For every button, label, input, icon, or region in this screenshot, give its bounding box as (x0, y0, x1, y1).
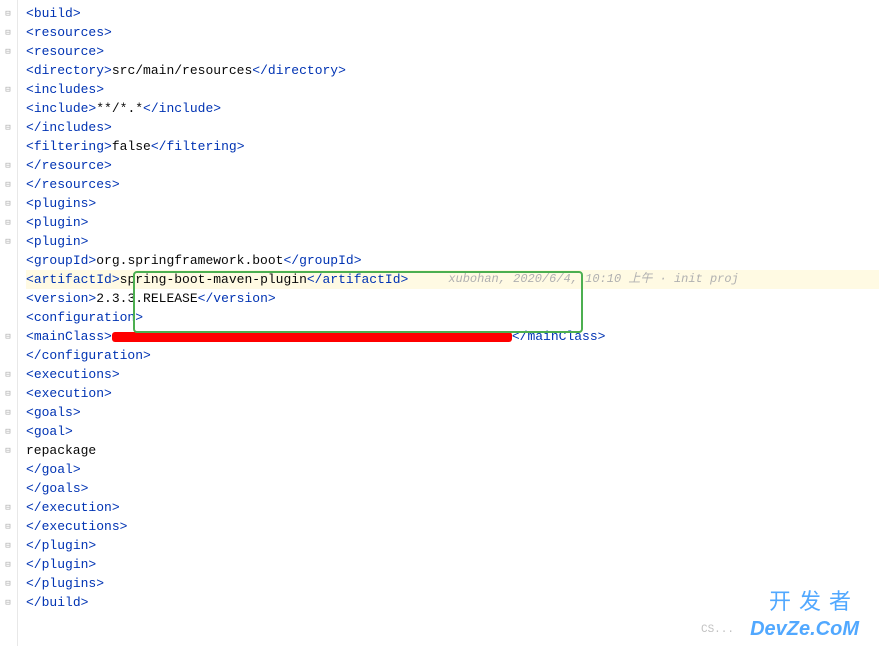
code-line: <execution> (26, 384, 879, 403)
code-line: <configuration> (26, 308, 879, 327)
code-line: </plugins> (26, 574, 879, 593)
code-line: </configuration> (26, 346, 879, 365)
fold-icon[interactable]: ⊟ (0, 384, 16, 403)
code-line: </build> (26, 593, 879, 612)
fold-icon[interactable] (0, 251, 16, 270)
fold-icon[interactable] (0, 308, 16, 327)
fold-icon[interactable] (0, 346, 16, 365)
fold-icon[interactable]: ⊟ (0, 498, 16, 517)
watermark-faint: CS... (701, 624, 734, 636)
fold-icon[interactable]: ⊟ (0, 232, 16, 251)
code-line: <filtering>false</filtering> (26, 137, 879, 156)
fold-icon[interactable]: ⊟ (0, 517, 16, 536)
code-line: </includes> (26, 118, 879, 137)
fold-icon[interactable] (0, 61, 16, 80)
code-line: </executions> (26, 517, 879, 536)
fold-icon[interactable]: ⊟ (0, 555, 16, 574)
fold-icon[interactable]: ⊟ (0, 327, 16, 346)
fold-icon[interactable]: ⊟ (0, 213, 16, 232)
fold-icon[interactable]: ⊟ (0, 42, 16, 61)
fold-icon[interactable]: ⊟ (0, 441, 16, 460)
watermark-en: DevZe.CoM (750, 618, 859, 641)
code-line: </plugin> (26, 555, 879, 574)
code-line: <groupId>org.springframework.boot</group… (26, 251, 879, 270)
fold-icon[interactable]: ⊟ (0, 365, 16, 384)
fold-icon[interactable]: ⊟ (0, 422, 16, 441)
fold-icon[interactable]: ⊟ (0, 403, 16, 422)
code-line: <include>**/*.*</include> (26, 99, 879, 118)
code-line: <includes> (26, 80, 879, 99)
fold-icon[interactable]: ⊟ (0, 593, 16, 612)
code-line: <build> (26, 4, 879, 23)
fold-icon[interactable]: ⊟ (0, 175, 16, 194)
code-editor[interactable]: ⊟ ⊟ ⊟ ⊟ ⊟ ⊟ ⊟ ⊟ ⊟ ⊟ ⊟ ⊟ ⊟ ⊟ ⊟ ⊟ ⊟ ⊟ ⊟ ⊟ … (0, 0, 879, 646)
fold-icon[interactable]: ⊟ (0, 194, 16, 213)
fold-icon[interactable] (0, 460, 16, 479)
fold-icon[interactable]: ⊟ (0, 80, 16, 99)
code-line-highlighted: <artifactId>spring-boot-maven-plugin</ar… (26, 270, 879, 289)
code-line: </resources> (26, 175, 879, 194)
code-line: </plugin> (26, 536, 879, 555)
fold-icon[interactable]: ⊟ (0, 574, 16, 593)
git-blame: xubohan, 2020/6/4, 10:10 上午 · init proj (448, 270, 738, 289)
gutter: ⊟ ⊟ ⊟ ⊟ ⊟ ⊟ ⊟ ⊟ ⊟ ⊟ ⊟ ⊟ ⊟ ⊟ ⊟ ⊟ ⊟ ⊟ ⊟ ⊟ … (0, 0, 18, 646)
fold-icon[interactable]: ⊟ (0, 536, 16, 555)
fold-icon[interactable]: ⊟ (0, 118, 16, 137)
redacted-content (112, 332, 512, 342)
fold-icon[interactable] (0, 289, 16, 308)
fold-icon[interactable] (0, 137, 16, 156)
watermark-cn: 开发者 (769, 584, 859, 616)
code-line: <version>2.3.3.RELEASE</version> (26, 289, 879, 308)
fold-icon[interactable]: ⊟ (0, 156, 16, 175)
fold-icon[interactable] (0, 270, 16, 289)
code-line: <executions> (26, 365, 879, 384)
code-line: <goals> (26, 403, 879, 422)
fold-icon[interactable]: ⊟ (0, 4, 16, 23)
code-line: <resources> (26, 23, 879, 42)
code-line: </execution> (26, 498, 879, 517)
code-line: </goals> (26, 479, 879, 498)
fold-icon[interactable] (0, 479, 16, 498)
code-line: <plugin> (26, 213, 879, 232)
code-area[interactable]: <build> <resources> <resource> <director… (18, 0, 879, 646)
code-line: <mainClass></mainClass> (26, 327, 879, 346)
code-line: </goal> (26, 460, 879, 479)
fold-icon[interactable]: ⊟ (0, 23, 16, 42)
code-line: <goal> (26, 422, 879, 441)
code-line: </resource> (26, 156, 879, 175)
code-line: <resource> (26, 42, 879, 61)
code-line: <plugin> (26, 232, 879, 251)
code-line: <directory>src/main/resources</directory… (26, 61, 879, 80)
code-line: <plugins> (26, 194, 879, 213)
code-line: repackage (26, 441, 879, 460)
fold-icon[interactable] (0, 99, 16, 118)
